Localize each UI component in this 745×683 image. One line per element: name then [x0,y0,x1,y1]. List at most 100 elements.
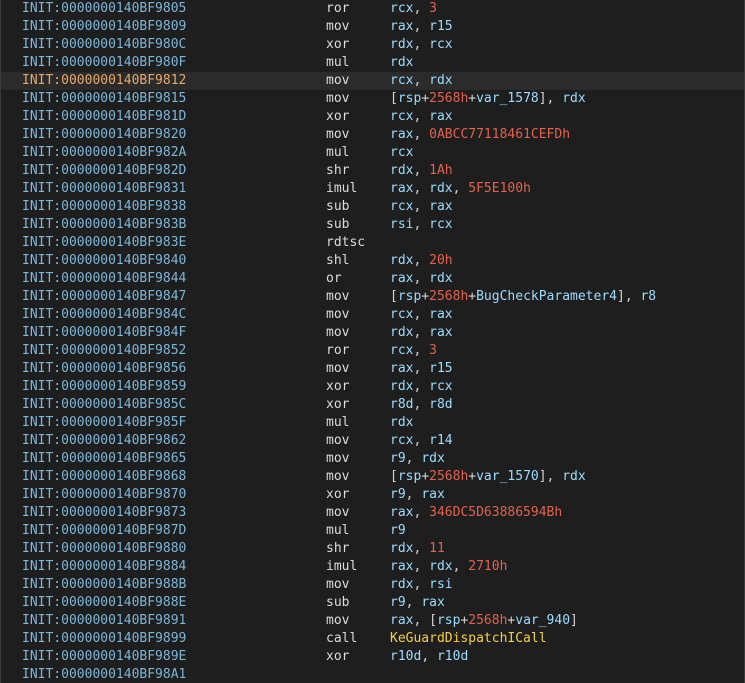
operand-register[interactable]: rdx [429,181,452,196]
operand-register[interactable]: rax [421,595,444,610]
operand-register[interactable]: rsp [398,91,421,106]
instruction-mnemonic[interactable]: ror [326,0,349,18]
disasm-line[interactable]: INIT:0000000140BF989E xor r10d, r10d [1,648,744,666]
instruction-mnemonic[interactable]: mul [326,144,349,162]
operand-register[interactable]: rax [421,487,444,502]
operand-register[interactable]: rcx [390,1,413,16]
line-address[interactable]: INIT:0000000140BF9847 [22,288,186,306]
disasm-line[interactable]: INIT:0000000140BF9831 imul rax, rdx, 5F5E1… [1,180,744,198]
line-address[interactable]: INIT:0000000140BF9815 [22,90,186,108]
line-address[interactable]: INIT:0000000140BF982A [22,144,186,162]
operand-number[interactable]: 1Ah [429,163,452,178]
instruction-mnemonic[interactable]: mov [326,90,349,108]
line-address[interactable]: INIT:0000000140BF987D [22,522,186,540]
line-address[interactable]: INIT:0000000140BF9838 [22,198,186,216]
instruction-mnemonic[interactable]: mul [326,54,349,72]
line-address[interactable]: INIT:0000000140BF9831 [22,180,186,198]
instruction-mnemonic[interactable]: mov [326,612,349,630]
instruction-mnemonic[interactable]: mul [326,414,349,432]
operand-number[interactable]: 20h [429,253,452,268]
line-address[interactable]: INIT:0000000140BF9820 [22,126,186,144]
line-address[interactable]: INIT:0000000140BF98A1 [22,666,186,683]
operand-register[interactable]: rdx [390,541,413,556]
instruction-mnemonic[interactable]: mov [326,468,349,486]
operand-register[interactable]: rdx [390,55,413,70]
instruction-mnemonic[interactable]: shr [326,162,349,180]
operand-register[interactable]: rsp [398,469,421,484]
operand-register[interactable]: rdx [390,163,413,178]
instruction-mnemonic[interactable]: mov [326,126,349,144]
line-address[interactable]: INIT:0000000140BF985C [22,396,186,414]
line-address[interactable]: INIT:0000000140BF984F [22,324,186,342]
line-address[interactable]: INIT:0000000140BF980C [22,36,186,54]
operand-register[interactable]: rcx [390,73,413,88]
operand-variable[interactable]: BugCheckParameter4 [476,289,617,304]
instruction-mnemonic[interactable]: mov [326,306,349,324]
disasm-line[interactable]: INIT:0000000140BF9847 mov [rsp+2568h+BugCh… [1,288,744,306]
operand-register[interactable]: r8d [429,397,452,412]
operand-register[interactable]: r9 [390,451,406,466]
disasm-line[interactable]: INIT:0000000140BF9899 call KeGuardDispatch… [1,630,744,648]
operand-register[interactable]: r9 [390,487,406,502]
disasm-line-selected[interactable]: INIT:0000000140BF9812 mov rcx, rdx [1,72,744,90]
disasm-line[interactable]: INIT:0000000140BF980F mul rdx [1,54,744,72]
operand-register[interactable]: rsi [429,577,452,592]
disasm-line[interactable]: INIT:0000000140BF984C mov rcx, rax [1,306,744,324]
instruction-mnemonic[interactable]: mov [326,360,349,378]
operand-number[interactable]: 2568h [468,613,507,628]
operand-register[interactable]: rdx [390,325,413,340]
line-address[interactable]: INIT:0000000140BF9809 [22,18,186,36]
disasm-line[interactable]: INIT:0000000140BF985C xor r8d, r8d [1,396,744,414]
operand-register[interactable]: rcx [390,433,413,448]
instruction-mnemonic[interactable]: xor [326,396,349,414]
disasm-line[interactable]: INIT:0000000140BF9868 mov [rsp+2568h+var_1… [1,468,744,486]
disasm-line[interactable]: INIT:0000000140BF9862 mov rcx, r14 [1,432,744,450]
disasm-line[interactable]: INIT:0000000140BF988E sub r9, rax [1,594,744,612]
disasm-line[interactable]: INIT:0000000140BF9840 shl rdx, 20h [1,252,744,270]
disasm-line[interactable]: INIT:0000000140BF982D shr rdx, 1Ah [1,162,744,180]
disasm-line[interactable]: INIT:0000000140BF985F mul rdx [1,414,744,432]
operand-register[interactable]: rdx [429,73,452,88]
instruction-mnemonic[interactable]: ror [326,342,349,360]
line-address[interactable]: INIT:0000000140BF9856 [22,360,186,378]
operand-number[interactable]: 0ABCC77118461CEFDh [429,127,570,142]
operand-register[interactable]: r9 [390,595,406,610]
disasm-line[interactable]: INIT:0000000140BF988B mov rdx, rsi [1,576,744,594]
operand-register[interactable]: rdx [390,37,413,52]
instruction-mnemonic[interactable]: mul [326,522,349,540]
operand-register[interactable]: rdx [390,415,413,430]
operand-register[interactable]: r15 [429,19,452,34]
operand-variable[interactable]: var_1578 [476,91,539,106]
operand-register[interactable]: rcx [390,109,413,124]
operand-variable[interactable]: var_940 [515,613,570,628]
line-address[interactable]: INIT:0000000140BF9812 [22,72,186,90]
disasm-line[interactable]: INIT:0000000140BF9859 xor rdx, rcx [1,378,744,396]
disasm-line[interactable]: INIT:0000000140BF9805 ror rcx, 3 [1,0,744,18]
instruction-mnemonic[interactable]: mov [326,576,349,594]
operand-register[interactable]: rcx [429,37,452,52]
operand-number[interactable]: 2710h [468,559,507,574]
operand-register[interactable]: rdx [390,577,413,592]
instruction-mnemonic[interactable]: shr [326,540,349,558]
operand-number[interactable]: 5F5E100h [468,181,531,196]
operand-register[interactable]: rax [390,361,413,376]
operand-number[interactable]: 346DC5D63886594Bh [429,505,562,520]
line-address[interactable]: INIT:0000000140BF981D [22,108,186,126]
operand-register[interactable]: r14 [429,433,452,448]
disasm-line[interactable]: INIT:0000000140BF9856 mov rax, r15 [1,360,744,378]
disasm-line[interactable]: INIT:0000000140BF9844 or rax, rdx [1,270,744,288]
operand-register[interactable]: rcx [429,217,452,232]
line-address[interactable]: INIT:0000000140BF9840 [22,252,186,270]
operand-register[interactable]: rdx [421,451,444,466]
disasm-line[interactable]: INIT:0000000140BF987D mul r9 [1,522,744,540]
operand-register[interactable]: rdx [429,271,452,286]
instruction-mnemonic[interactable]: call [326,630,357,648]
instruction-mnemonic[interactable]: xor [326,378,349,396]
instruction-mnemonic[interactable]: mov [326,432,349,450]
line-address[interactable]: INIT:0000000140BF9862 [22,432,186,450]
operand-register[interactable]: rdx [429,559,452,574]
line-address[interactable]: INIT:0000000140BF9805 [22,0,186,18]
instruction-mnemonic[interactable]: xor [326,36,349,54]
disasm-line[interactable]: INIT:0000000140BF9891 mov rax, [rsp+2568h+… [1,612,744,630]
disasm-line[interactable]: INIT:0000000140BF9815 mov [rsp+2568h+var_1… [1,90,744,108]
